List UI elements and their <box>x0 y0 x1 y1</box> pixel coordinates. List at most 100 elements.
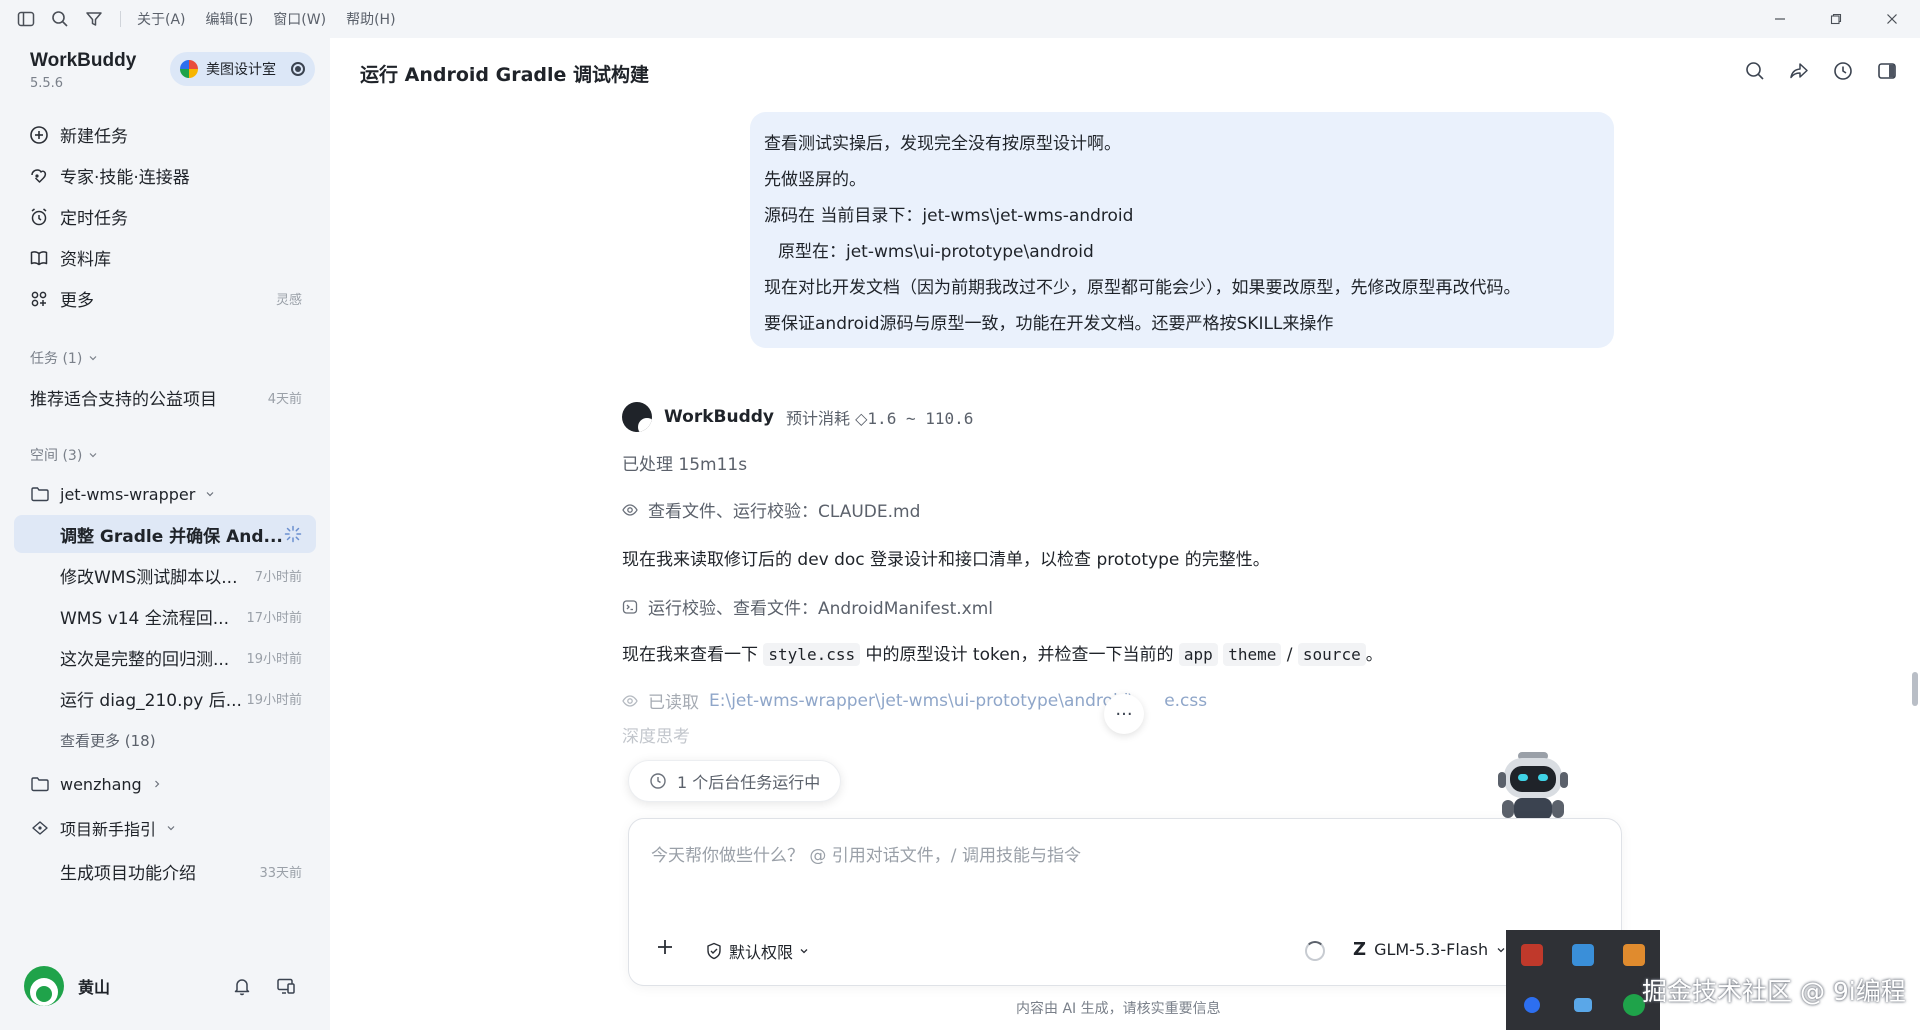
space-folder-guide[interactable]: 项目新手指引 <box>14 809 316 847</box>
search-icon[interactable] <box>50 9 70 29</box>
inline-code: style.css <box>763 643 861 666</box>
space-folder-jet-wms-wrapper[interactable]: jet-wms-wrapper <box>14 475 316 513</box>
watermark: 掘金技术社区 @ 9i编程 <box>1642 977 1906 1006</box>
background-task-label: 1 个后台任务运行中 <box>677 773 821 792</box>
msg-text: 中的原型设计 token，并检查一下当前的 <box>865 645 1174 665</box>
robot-mascot-icon[interactable] <box>1494 748 1572 820</box>
plus-icon <box>658 940 672 954</box>
menu-window[interactable]: 窗口(W) <box>273 9 326 29</box>
brand: WorkBuddy 5.5.6 <box>30 50 136 91</box>
menu-edit[interactable]: 编辑(E) <box>206 9 254 29</box>
funnel-icon[interactable] <box>84 9 104 29</box>
sidebar-toggle-icon[interactable] <box>16 9 36 29</box>
minimize-icon[interactable] <box>1752 0 1808 38</box>
share-icon[interactable] <box>1788 60 1810 82</box>
restore-icon[interactable] <box>1808 0 1864 38</box>
avatar <box>24 966 64 1006</box>
panel-toggle-icon[interactable] <box>1876 60 1898 82</box>
model-selector[interactable]: Z GLM-5.3-Flash <box>1353 939 1506 960</box>
conversation-scrollbar[interactable] <box>1912 112 1918 752</box>
tray-app-icon[interactable] <box>1573 998 1592 1012</box>
tool-step[interactable]: 查看文件、运行校验：CLAUDE.md <box>622 497 920 522</box>
folder-icon <box>30 774 50 794</box>
system-tray-popup <box>1506 930 1660 1030</box>
spaces-section-header[interactable]: 空间 (3) <box>30 445 98 465</box>
tasks-section-header[interactable]: 任务 (1) <box>30 348 98 368</box>
menu-about[interactable]: 关于(A) <box>137 9 186 29</box>
loading-sparkle-icon <box>284 525 302 543</box>
nav-more[interactable]: 更多 灵感 <box>14 278 316 319</box>
space-task-label: 调整 Gradle 并确保 And... <box>60 526 283 547</box>
nav-label: 专家·技能·连接器 <box>60 168 190 188</box>
nav-library[interactable]: 资料库 <box>14 237 316 278</box>
grid-icon <box>28 288 50 310</box>
thinking-label: 深度思考 <box>622 727 690 747</box>
msg-text: 现在我来查看一下 <box>622 645 758 665</box>
space-task-time: 33天前 <box>259 865 302 881</box>
close-icon[interactable] <box>1864 0 1920 38</box>
chevron-down-icon <box>88 353 98 363</box>
msg-text: / <box>1286 645 1293 665</box>
bot-name: WorkBuddy <box>664 407 774 427</box>
tool-step-label: 查看文件、运行校验：CLAUDE.md <box>648 502 921 522</box>
bell-icon[interactable] <box>232 976 252 996</box>
device-icon[interactable] <box>276 976 296 996</box>
bluetooth-icon[interactable] <box>1523 997 1540 1013</box>
user-message-line: 先做竖屏的。 <box>764 170 866 190</box>
nav-experts[interactable]: 专家·技能·连接器 <box>14 155 316 196</box>
shield-check-icon <box>705 942 723 960</box>
space-task-item[interactable]: 修改WMS测试脚本以... 7小时前 <box>14 556 316 594</box>
user-message-bubble: 查看测试实操后，发现完全没有按原型设计啊。 先做竖屏的。 源码在 当前目录下：j… <box>750 112 1614 348</box>
msg-text: 。 <box>1365 645 1383 665</box>
menu-help[interactable]: 帮助(H) <box>346 9 395 29</box>
background-task-pill[interactable]: 1 个后台任务运行中 <box>628 760 842 802</box>
tray-app-icon[interactable] <box>1571 944 1594 966</box>
space-task-time: 19小时前 <box>246 651 302 667</box>
space-task-item[interactable]: 生成项目功能介绍 33天前 <box>14 852 316 890</box>
add-attachment-button[interactable] <box>655 937 675 957</box>
app-name: WorkBuddy <box>30 50 137 71</box>
eye-icon <box>622 502 638 518</box>
diamond-icon: ◇ <box>855 409 868 428</box>
more-actions-button[interactable]: ··· <box>1104 694 1144 734</box>
user-profile[interactable]: 黄山 <box>24 966 110 1006</box>
tray-app-icon[interactable] <box>1623 944 1646 966</box>
loading-spinner-icon <box>1305 941 1325 961</box>
user-message-line: 现在对比开发文档（因为前期我改过不少，原型都可能会少），如果要改原型，先修改原型… <box>764 278 1521 298</box>
spaces-section-title: 空间 (3) <box>30 448 83 464</box>
see-more-link[interactable]: 查看更多 (18) <box>14 721 316 759</box>
chevron-down-icon <box>205 489 215 499</box>
space-task-time: 17小时前 <box>246 610 302 626</box>
space-task-item[interactable]: 这次是完整的回归测... 19小时前 <box>14 638 316 676</box>
window-controls <box>1752 0 1920 38</box>
task-time: 4天前 <box>267 391 302 407</box>
space-task-label: WMS v14 全流程回... <box>60 608 229 629</box>
space-task-item[interactable]: 运行 diag_210.py 后... 19小时前 <box>14 679 316 717</box>
workspace-logo-icon <box>180 60 198 78</box>
tray-app-icon[interactable] <box>1520 944 1543 966</box>
nav-new-task[interactable]: 新建任务 <box>14 114 316 155</box>
space-task-label: 生成项目功能介绍 <box>60 863 196 884</box>
nav-label: 更多 <box>60 291 94 311</box>
history-icon[interactable] <box>1832 60 1854 82</box>
task-item[interactable]: 推荐适合支持的公益项目 4天前 <box>14 378 316 416</box>
permission-selector[interactable]: 默认权限 <box>705 939 809 963</box>
space-task-label: 运行 diag_210.py 后... <box>60 690 242 711</box>
composer-input[interactable]: 今天帮你做些什么？ @ 引用对话文件，/ 调用技能与指令 <box>651 841 1081 866</box>
guide-icon <box>30 818 50 838</box>
space-task-item-active[interactable]: 调整 Gradle 并确保 And... <box>14 515 316 553</box>
scrollbar-thumb[interactable] <box>1912 672 1918 706</box>
space-name: jet-wms-wrapper <box>60 484 196 504</box>
workspace-switcher[interactable]: 美图设计室 <box>170 52 315 86</box>
inline-code: source <box>1297 643 1366 666</box>
space-task-item[interactable]: WMS v14 全流程回... 17小时前 <box>14 597 316 635</box>
nav-scheduled[interactable]: 定时任务 <box>14 196 316 237</box>
terminal-icon <box>622 599 638 615</box>
cost-estimate: 预计消耗 ◇1.6 ~ 110.6 <box>786 405 973 429</box>
page-title: 运行 Android Gradle 调试构建 <box>360 64 649 86</box>
search-icon[interactable] <box>1744 60 1766 82</box>
inline-code: theme <box>1223 643 1282 666</box>
tool-step[interactable]: 运行校验、查看文件：AndroidManifest.xml <box>622 594 993 619</box>
bot-message-text-2: 现在我来查看一下 style.css 中的原型设计 token，并检查一下当前的… <box>622 640 1383 666</box>
space-folder-wenzhang[interactable]: wenzhang <box>14 765 316 803</box>
